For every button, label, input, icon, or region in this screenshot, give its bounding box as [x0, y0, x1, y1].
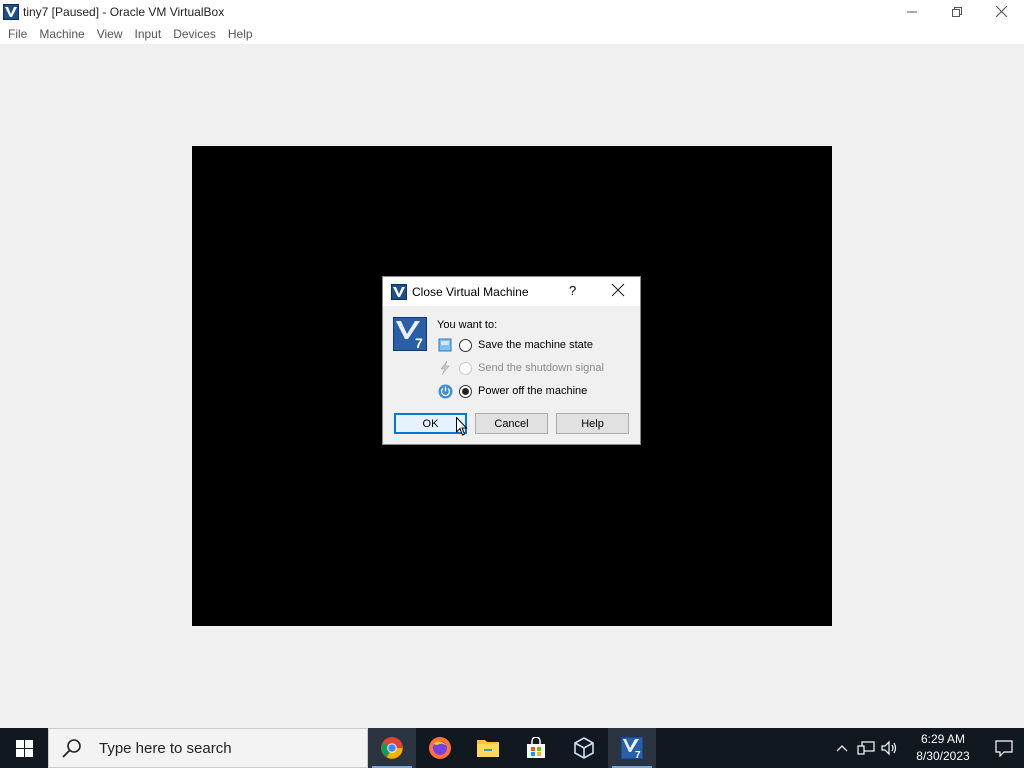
virtualbox-icon — [3, 3, 19, 20]
dialog-prompt: You want to: — [437, 319, 498, 331]
taskbar-search-box[interactable]: Type here to search — [48, 728, 368, 768]
menu-devices[interactable]: Devices — [167, 27, 222, 41]
context-help-button[interactable]: ? — [569, 283, 576, 298]
menu-view[interactable]: View — [91, 27, 129, 41]
shutdown-signal-radio — [459, 361, 472, 375]
shutdown-signal-label: Send the shutdown signal — [478, 362, 604, 374]
virtualbox-icon — [391, 283, 407, 300]
taskbar-file-explorer[interactable] — [464, 728, 512, 768]
action-center-button[interactable] — [984, 728, 1024, 768]
network-button[interactable] — [854, 728, 878, 768]
clock-date: 8/30/2023 — [916, 749, 970, 763]
taskbar: Type here to search 7 6:29 AM 8/30/2023 — [0, 728, 1024, 768]
save-state-radio[interactable] — [459, 338, 472, 352]
taskbar-microsoft-store[interactable] — [512, 728, 560, 768]
restore-button[interactable] — [934, 0, 979, 23]
shutdown-signal-icon — [437, 360, 453, 376]
taskbar-virtualbox-manager[interactable] — [560, 728, 608, 768]
dialog-title-bar: Close Virtual Machine ? — [383, 277, 640, 306]
network-icon — [857, 741, 875, 755]
minimize-icon — [906, 11, 917, 12]
svg-text:7: 7 — [635, 750, 641, 760]
close-button[interactable] — [979, 0, 1024, 23]
help-button[interactable]: Help — [556, 413, 629, 434]
menu-file[interactable]: File — [2, 27, 33, 41]
save-state-icon — [437, 337, 453, 353]
minimize-button[interactable] — [889, 0, 934, 23]
taskbar-clock[interactable]: 6:29 AM 8/30/2023 — [908, 731, 978, 765]
show-hidden-icons-button[interactable] — [830, 728, 854, 768]
title-bar: tiny7 [Paused] - Oracle VM VirtualBox — [0, 0, 1024, 23]
option-power-off[interactable]: Power off the machine — [437, 382, 587, 400]
menu-machine[interactable]: Machine — [33, 27, 90, 41]
taskbar-firefox[interactable] — [416, 728, 464, 768]
virtualbox-vm-icon: 7 — [620, 736, 644, 760]
start-button[interactable] — [0, 728, 48, 768]
window-title: tiny7 [Paused] - Oracle VM VirtualBox — [23, 4, 225, 19]
close-icon[interactable] — [611, 283, 625, 297]
cancel-button[interactable]: Cancel — [475, 413, 548, 434]
restore-icon — [951, 6, 962, 17]
mouse-cursor-icon — [456, 417, 468, 436]
power-off-label: Power off the machine — [478, 385, 588, 397]
search-placeholder: Type here to search — [99, 739, 232, 757]
virtualbox-logo-icon: 7 — [393, 317, 427, 351]
chrome-icon — [381, 737, 403, 759]
chevron-up-icon — [836, 745, 848, 752]
notification-icon — [995, 740, 1013, 757]
volume-button[interactable] — [878, 728, 902, 768]
volume-icon — [881, 740, 897, 756]
clock-time: 6:29 AM — [920, 732, 966, 746]
close-icon — [996, 6, 1007, 17]
save-state-label: Save the machine state — [478, 339, 593, 351]
radio-selected-dot — [462, 387, 469, 395]
power-off-radio[interactable] — [459, 384, 472, 398]
file-explorer-icon — [477, 740, 499, 757]
close-vm-dialog: Close Virtual Machine ? 7 You want to: S… — [382, 276, 641, 445]
taskbar-chrome[interactable] — [368, 728, 416, 768]
windows-start-icon — [15, 739, 33, 757]
virtualbox-manager-icon — [574, 737, 594, 759]
option-save-state[interactable]: Save the machine state — [437, 336, 593, 354]
svg-text:7: 7 — [415, 335, 423, 351]
taskbar-virtualbox-vm[interactable]: 7 — [608, 728, 656, 768]
power-off-icon — [437, 383, 453, 399]
firefox-icon — [429, 737, 451, 759]
microsoft-store-icon — [527, 737, 545, 758]
menu-help[interactable]: Help — [222, 27, 259, 41]
menu-bar: File Machine View Input Devices Help — [0, 23, 1024, 44]
option-shutdown-signal: Send the shutdown signal — [437, 359, 604, 377]
system-tray: 6:29 AM 8/30/2023 — [830, 728, 1024, 768]
dialog-title: Close Virtual Machine — [412, 284, 529, 299]
menu-input[interactable]: Input — [129, 27, 168, 41]
search-icon — [62, 739, 81, 758]
